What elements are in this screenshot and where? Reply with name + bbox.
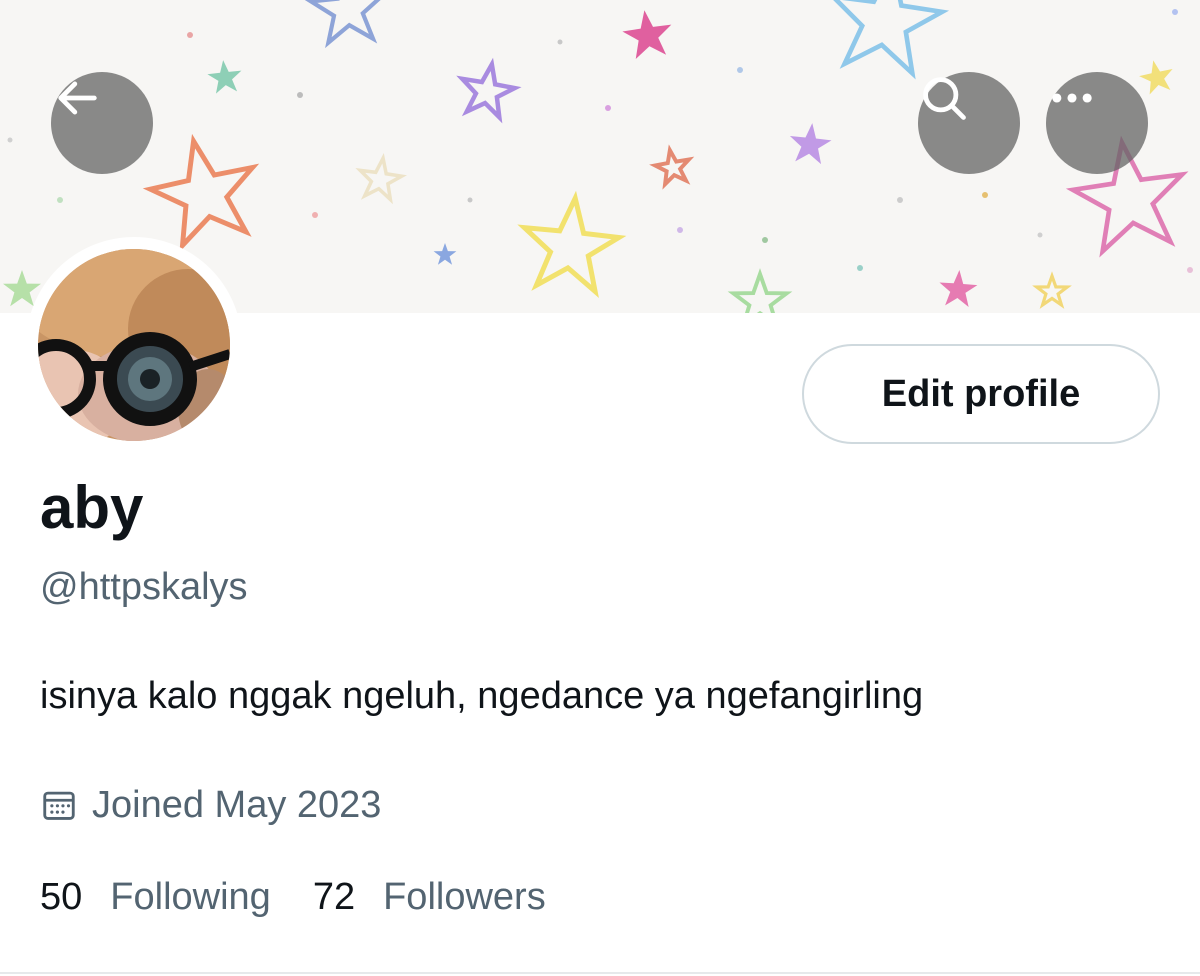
following-label: Following [110,876,271,918]
joined-date-text: Joined May 2023 [92,784,382,826]
more-options-button[interactable] [1046,72,1148,174]
profile-display-name: aby [40,474,144,541]
following-count: 50 [40,876,83,918]
arrow-left-icon [58,81,97,115]
joined-date: Joined May 2023 [40,782,381,828]
following-link[interactable]: 50 Following [40,874,271,920]
avatar-image [38,249,230,441]
profile-handle: @httpskalys [40,566,248,608]
back-button[interactable] [51,72,153,174]
profile-avatar[interactable] [26,237,242,453]
search-icon [923,77,966,120]
calendar-icon [43,791,75,820]
more-horizontal-icon [1052,93,1092,103]
divider [0,972,1200,974]
search-button[interactable] [918,72,1020,174]
follow-stats: 50 Following 72 Followers [40,874,546,920]
followers-count: 72 [312,876,356,918]
followers-link[interactable]: 72 Followers [313,874,546,920]
profile-bio: isinya kalo nggak ngeluh, ngedance ya ng… [40,675,924,717]
edit-profile-button[interactable]: Edit profile [802,344,1160,444]
followers-label: Followers [383,876,546,918]
